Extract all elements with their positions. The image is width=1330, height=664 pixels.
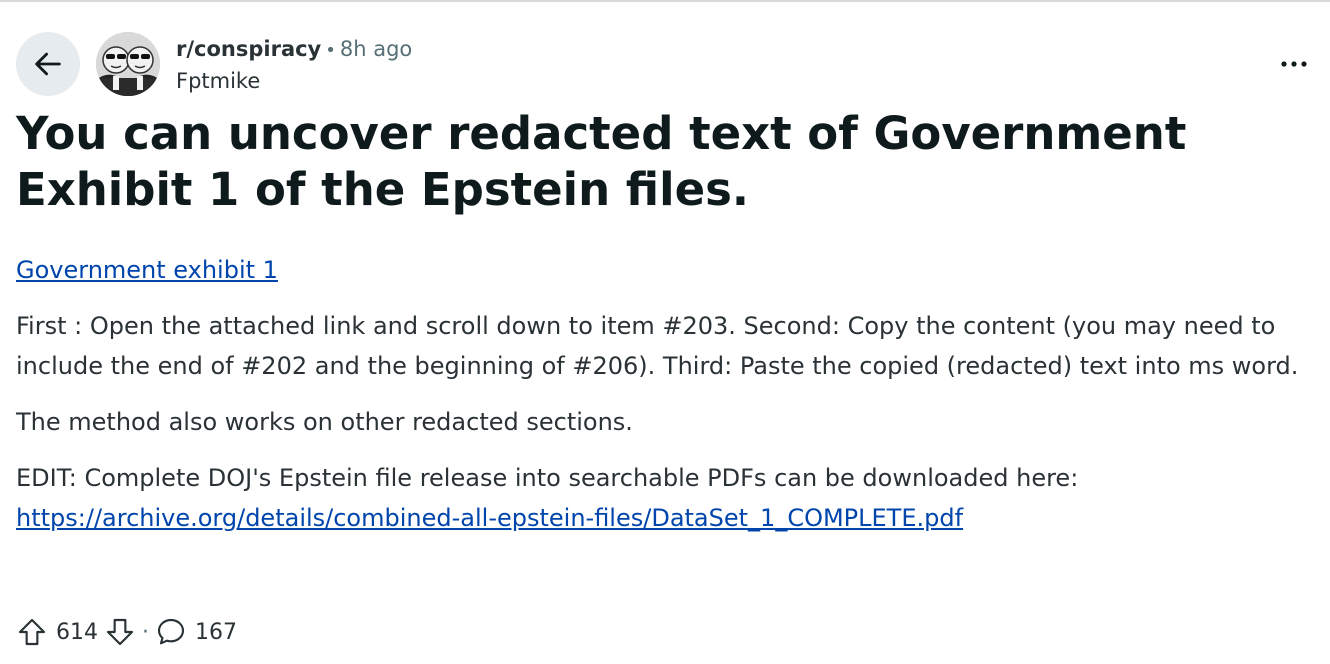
subreddit-link[interactable]: r/conspiracy: [176, 37, 321, 61]
post-timestamp: 8h ago: [339, 37, 413, 61]
downvote-button[interactable]: [104, 616, 136, 648]
edit-text: EDIT: Complete DOJ's Epstein file releas…: [16, 464, 1079, 492]
action-separator: ·: [142, 619, 149, 645]
post-body: Government exhibit 1 First : Open the at…: [16, 250, 1316, 554]
post-actions: 614 · 167: [16, 614, 243, 650]
downvote-arrow-icon: [106, 618, 134, 646]
subreddit-avatar-image: [96, 32, 160, 96]
author-link[interactable]: Fptmike: [176, 66, 412, 96]
upvote-arrow-icon: [18, 618, 46, 646]
comments-button[interactable]: [155, 616, 187, 648]
arrow-left-icon: [35, 52, 61, 76]
post-meta: r/conspiracy • 8h ago Fptmike: [176, 34, 412, 96]
more-horizontal-icon: [1281, 61, 1307, 67]
comment-count: 167: [195, 619, 237, 645]
post-title[interactable]: You can uncover redacted text of Governm…: [16, 106, 1306, 218]
more-options-button[interactable]: [1274, 48, 1314, 80]
back-button[interactable]: [16, 32, 80, 96]
meta-separator: •: [325, 40, 336, 61]
upvote-button[interactable]: [16, 616, 48, 648]
archive-link[interactable]: https://archive.org/details/combined-all…: [16, 504, 963, 532]
post-paragraph-3: EDIT: Complete DOJ's Epstein file releas…: [16, 458, 1316, 538]
subreddit-avatar[interactable]: [96, 32, 160, 96]
post-paragraph-1: First : Open the attached link and scrol…: [16, 312, 1299, 380]
post-header: r/conspiracy • 8h ago Fptmike: [16, 32, 1314, 96]
top-divider: [0, 0, 1330, 2]
vote-count: 614: [56, 619, 98, 645]
post-paragraph-2: The method also works on other redacted …: [16, 408, 633, 436]
exhibit-link[interactable]: Government exhibit 1: [16, 256, 278, 284]
comment-bubble-icon: [157, 618, 185, 645]
